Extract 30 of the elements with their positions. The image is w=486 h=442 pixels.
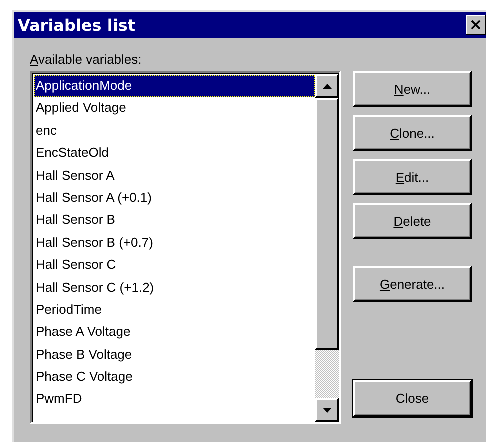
dialog-button[interactable]: Delete <box>353 203 472 239</box>
list-item[interactable]: enc <box>34 120 315 142</box>
list-item[interactable]: Phase B Voltage <box>34 344 315 366</box>
dialog-button[interactable]: Generate... <box>353 266 472 302</box>
window-title: Variables list <box>18 16 136 34</box>
scrollbar-thumb[interactable] <box>315 98 339 350</box>
list-item[interactable]: Phase A Voltage <box>34 321 315 344</box>
list-label: Available variables: <box>30 52 143 67</box>
dialog-button[interactable]: Clone... <box>353 115 472 151</box>
scroll-down-button[interactable] <box>315 398 339 422</box>
list-item[interactable]: Hall Sensor B (+0.7) <box>34 232 315 254</box>
list-item[interactable]: ApplicationMode <box>34 75 315 98</box>
list-item[interactable]: Hall Sensor A (+0.1) <box>34 186 315 210</box>
list-item[interactable]: PeriodTime <box>34 298 315 322</box>
scrollbar[interactable] <box>315 74 339 422</box>
scroll-up-button[interactable] <box>315 74 339 98</box>
dialog-button[interactable]: Close <box>353 380 472 417</box>
close-button[interactable]: × <box>466 15 486 35</box>
dialog-button[interactable]: New... <box>353 71 472 107</box>
down-arrow-icon <box>322 408 332 412</box>
list-item[interactable]: Phase C Voltage <box>34 366 315 388</box>
dialog-button[interactable]: Edit... <box>353 159 472 195</box>
list-item[interactable]: Applied Voltage <box>34 97 315 120</box>
list-item[interactable]: Hall Sensor C (+1.2) <box>34 276 315 299</box>
list-item[interactable]: EncStateOld <box>34 142 315 165</box>
list-item[interactable]: Hall Sensor B <box>34 209 315 232</box>
list-item[interactable]: Hall Sensor A <box>34 164 315 187</box>
list-item[interactable]: PwmFD <box>34 388 315 411</box>
up-arrow-icon <box>322 84 332 88</box>
list-item[interactable]: Hall Sensor C <box>34 254 315 277</box>
